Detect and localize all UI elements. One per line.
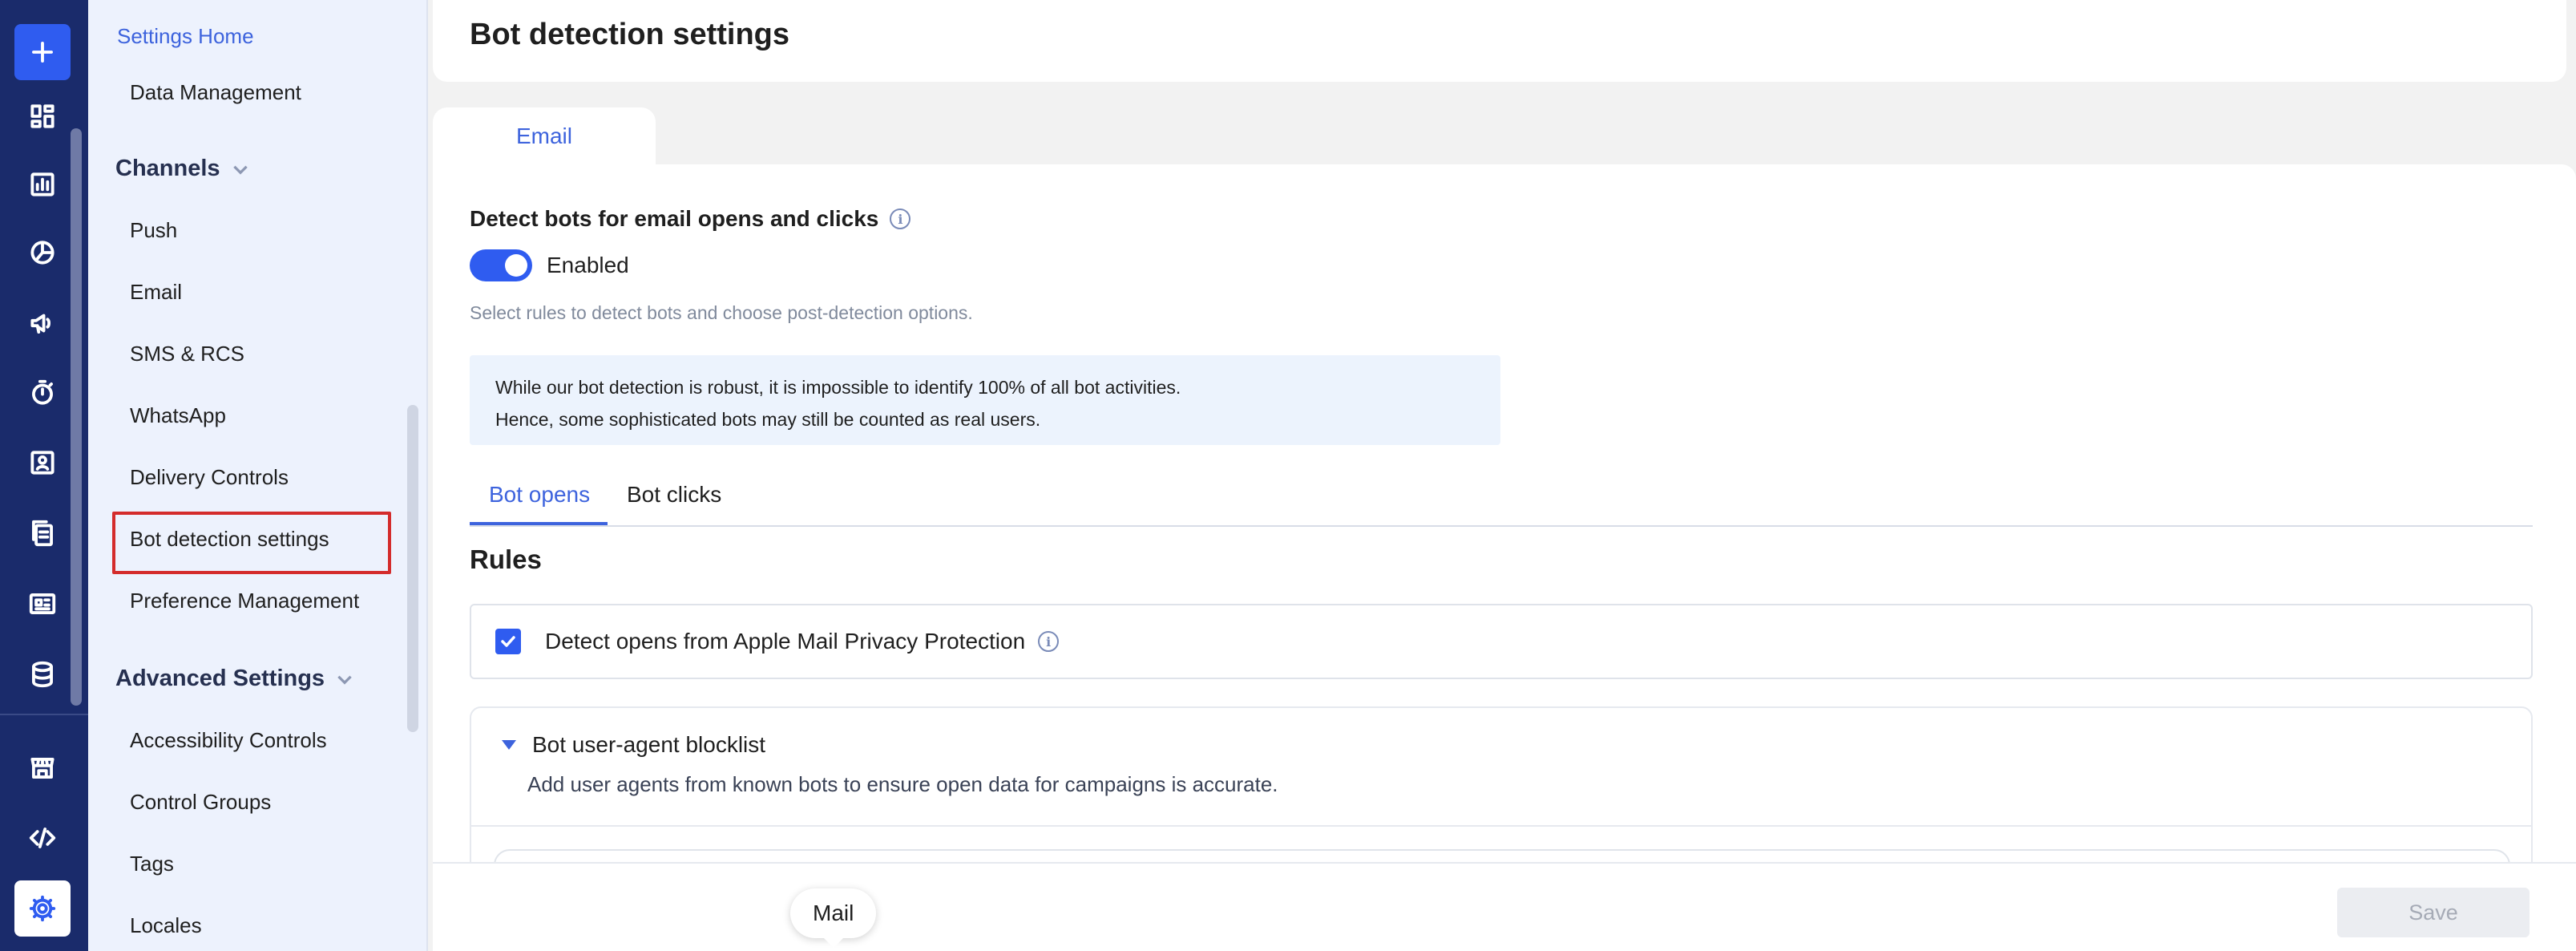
store-icon: [30, 758, 55, 779]
sidebar-item-tags[interactable]: Tags: [130, 852, 174, 876]
content-nav[interactable]: [14, 505, 71, 561]
advanced-settings-section-toggle[interactable]: Advanced Settings: [115, 666, 355, 692]
rules-heading: Rules: [470, 544, 542, 574]
info-notice: While our bot detection is robust, it is…: [470, 355, 1500, 445]
templates-icon: [29, 593, 56, 614]
settings-nav[interactable]: [14, 880, 71, 937]
section-label: Channels: [115, 156, 220, 181]
user-icon: [30, 451, 55, 475]
analytics-icon: [30, 172, 55, 196]
flows-nav[interactable]: [14, 365, 71, 421]
sidebar-scrollbar[interactable]: [407, 405, 418, 732]
settings-panel: Detect bots for email opens and clicks i…: [433, 164, 2576, 862]
enabled-toggle-row: Enabled: [470, 249, 629, 281]
campaigns-nav[interactable]: [14, 295, 71, 351]
toggle-label: Enabled: [547, 253, 629, 277]
sidebar-item-bot-detection-settings[interactable]: Bot detection settings: [130, 527, 329, 552]
section-label: Advanced Settings: [115, 666, 325, 691]
flows-icon: [32, 379, 53, 405]
developer-nav[interactable]: [14, 810, 71, 866]
sidebar-item-locales[interactable]: Locales: [130, 913, 202, 938]
settings-home-link[interactable]: Settings Home: [117, 24, 254, 49]
dashboard-nav[interactable]: [14, 88, 71, 144]
chevron-down-icon: [337, 675, 352, 685]
notice-line-1: While our bot detection is robust, it is…: [495, 377, 1181, 398]
detect-bots-heading: Detect bots for email opens and clicks i: [470, 206, 911, 232]
templates-nav[interactable]: [14, 576, 71, 632]
sidebar-item-preference-management[interactable]: Preference Management: [130, 589, 359, 613]
toggle-knob: [505, 254, 527, 277]
code-icon: [29, 828, 56, 848]
info-icon[interactable]: i: [890, 208, 911, 229]
analytics-nav[interactable]: [14, 156, 71, 212]
sidebar-item-delivery-controls[interactable]: Delivery Controls: [130, 465, 289, 490]
apple-mail-text: Detect opens from Apple Mail Privacy Pro…: [545, 629, 1026, 654]
database-icon: [32, 661, 53, 688]
users-nav[interactable]: [14, 435, 71, 491]
sidebar-item-data-management[interactable]: Data Management: [130, 80, 301, 105]
save-button[interactable]: Save: [2337, 888, 2530, 937]
enabled-toggle[interactable]: [470, 249, 532, 281]
page-footer: Save: [433, 862, 2576, 951]
bot-subtabs: Bot opens Bot clicks: [470, 471, 2533, 527]
settings-sidebar: Settings Home Data Management Channels P…: [88, 0, 428, 951]
blocklist-description: Add user agents from known bots to ensur…: [527, 772, 1278, 796]
divider: [471, 825, 2531, 827]
page-title: Bot detection settings: [470, 18, 790, 51]
create-button[interactable]: [14, 24, 71, 80]
blocklist-panel: Bot user-agent blocklist Add user agents…: [470, 706, 2533, 862]
tab-bot-opens[interactable]: Bot opens: [489, 482, 590, 508]
info-icon[interactable]: i: [1038, 631, 1060, 652]
sidebar-item-sms-rcs[interactable]: SMS & RCS: [130, 342, 244, 366]
helper-text: Select rules to detect bots and choose p…: [470, 302, 973, 323]
blocklist-title: Bot user-agent blocklist: [532, 732, 766, 757]
caret-down-icon: [502, 740, 516, 750]
campaigns-icon: [30, 314, 51, 334]
plus-icon: [32, 42, 53, 63]
sidebar-item-whatsapp[interactable]: WhatsApp: [130, 403, 226, 428]
blocklist-toggle[interactable]: Bot user-agent blocklist: [502, 732, 765, 758]
tab-email[interactable]: Email: [433, 107, 656, 165]
dashboard-icon: [30, 104, 55, 128]
active-tab-underline: [470, 522, 608, 525]
channels-section-toggle[interactable]: Channels: [115, 156, 251, 182]
sidebar-item-control-groups[interactable]: Control Groups: [130, 790, 271, 815]
data-nav[interactable]: [14, 646, 71, 702]
segments-icon: [30, 241, 55, 265]
detect-bots-title: Detect bots for email opens and clicks: [470, 206, 879, 231]
tab-bot-clicks[interactable]: Bot clicks: [627, 482, 721, 508]
apple-mail-rule-label: Detect opens from Apple Mail Privacy Pro…: [545, 629, 1060, 654]
apple-mail-checkbox[interactable]: [495, 629, 521, 654]
rail-divider: [0, 714, 88, 715]
sidebar-item-email[interactable]: Email: [130, 280, 182, 305]
gear-icon: [29, 895, 56, 922]
content-icon: [32, 520, 53, 547]
check-icon: [501, 636, 515, 647]
chevron-down-icon: [232, 165, 248, 175]
tooltip: Mail: [790, 888, 877, 948]
notice-line-2: Hence, some sophisticated bots may still…: [495, 409, 1041, 430]
page-header: Bot detection settings: [433, 0, 2566, 82]
apple-mail-rule: Detect opens from Apple Mail Privacy Pro…: [470, 604, 2533, 679]
sidebar-item-push[interactable]: Push: [130, 218, 177, 243]
segments-nav[interactable]: [14, 225, 71, 281]
blocklist-input-area[interactable]: [494, 849, 2510, 862]
rail-scrollbar[interactable]: [71, 128, 82, 706]
sidebar-item-accessibility-controls[interactable]: Accessibility Controls: [130, 728, 327, 753]
store-nav[interactable]: [14, 740, 71, 796]
icon-rail: [0, 0, 88, 951]
